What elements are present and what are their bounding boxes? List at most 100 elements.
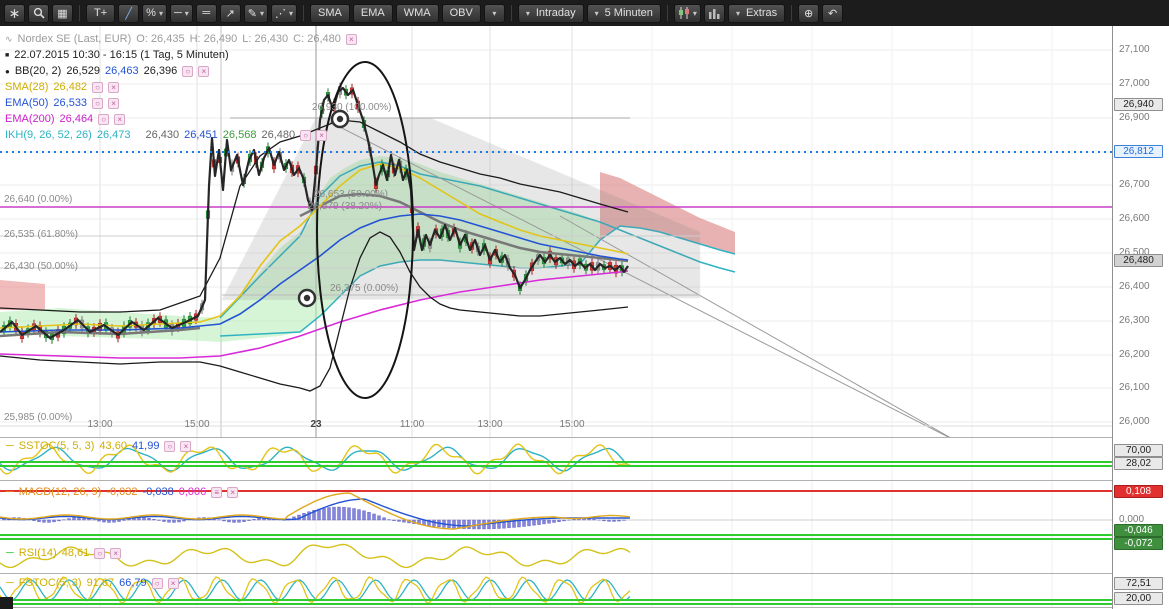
nodes-tool-icon[interactable]: ⋰▾: [271, 4, 297, 23]
bb-settings-icon[interactable]: ○: [182, 66, 193, 77]
high-value: H: 26,490: [190, 33, 238, 45]
zoom-in-icon[interactable]: ⊕: [798, 4, 819, 23]
ikh-row: IKH(9, 26, 52, 26) 26,473 26,430 26,451 …: [5, 127, 357, 143]
search-icon[interactable]: [28, 4, 49, 23]
extras-dropdown[interactable]: ▾Extras: [728, 4, 785, 23]
macd-label: MACD(12, 26, 9): [19, 486, 102, 498]
sstoc-remove-icon[interactable]: ×: [180, 441, 191, 452]
ema50-settings-icon[interactable]: ○: [92, 98, 103, 109]
sma-label: SMA(28): [5, 81, 48, 93]
bb-lower-value: 26,396: [144, 65, 178, 77]
trading-app-window: ∗ ▦ T+ ╱ %▾ ─▾ ═ ↗ ✎▾ ⋰▾ SMA EMA WMA OBV…: [0, 0, 1169, 609]
ema200-settings-icon[interactable]: ○: [98, 114, 109, 125]
bb-remove-icon[interactable]: ×: [198, 66, 209, 77]
sma-remove-icon[interactable]: ×: [108, 82, 119, 93]
fstoc-level-line[interactable]: [0, 603, 1112, 605]
fstoc-marker-icon: ─: [6, 577, 14, 589]
time-label-day: 23: [310, 419, 321, 430]
bb-upper-value: 26,529: [66, 65, 100, 77]
instrument-name: Nordex SE (Last, EUR): [18, 33, 132, 45]
fstoc-k-value: 91,67: [87, 577, 115, 589]
parallel-lines-tool-icon[interactable]: ═: [196, 4, 217, 23]
ikh-senkou-b-value: 26,568: [223, 129, 257, 141]
toolbar-separator: [791, 5, 792, 21]
fib-label-0-mid: 26,375 (0.00%): [330, 283, 398, 294]
sma-settings-icon[interactable]: ○: [92, 82, 103, 93]
ema200-label: EMA(200): [5, 113, 55, 125]
magnifier-glyph: [33, 7, 45, 19]
last-price-tag: 26,480: [1114, 254, 1163, 267]
fib-label-50-mid: 26,653 (50.00%): [314, 189, 388, 200]
axis-label: 26,900: [1119, 112, 1150, 123]
rsi-marker-icon: ─: [6, 547, 14, 559]
sma-value: 26,482: [53, 81, 87, 93]
fstoc-settings-icon[interactable]: ○: [152, 578, 163, 589]
fib-label-50-left: 26,430 (50.00%): [4, 261, 78, 272]
macd-value: -0,032: [106, 486, 137, 498]
high-price-tag: 26,940: [1114, 98, 1163, 111]
panel-separator[interactable]: [0, 573, 1112, 574]
panel-separator[interactable]: [0, 437, 1112, 438]
axis-label: 26,200: [1119, 349, 1150, 360]
chart-type-bars-icon[interactable]: [704, 4, 725, 23]
wma-button[interactable]: WMA: [396, 4, 439, 23]
rsi-remove-icon[interactable]: ×: [110, 548, 121, 559]
macd-level-line[interactable]: [0, 538, 1112, 540]
obv-button[interactable]: OBV: [442, 4, 481, 23]
low-value: L: 26,430: [242, 33, 288, 45]
ema200-row: EMA(200) 26,464 ○ ×: [5, 111, 357, 127]
sstoc-level-line[interactable]: [0, 461, 1112, 463]
text-tool-button[interactable]: T+: [86, 4, 115, 23]
ema200-remove-icon[interactable]: ×: [114, 114, 125, 125]
toolbar: ∗ ▦ T+ ╱ %▾ ─▾ ═ ↗ ✎▾ ⋰▾ SMA EMA WMA OBV…: [0, 0, 1169, 26]
fstoc-tag-1: 72,51: [1114, 577, 1163, 590]
sstoc-tag-2: 28,02: [1114, 457, 1163, 470]
fstoc-level-line[interactable]: [0, 599, 1112, 601]
open-value: O: 26,435: [136, 33, 184, 45]
panel-separator: [0, 607, 1112, 608]
macd-signal-value: -0,038: [143, 486, 174, 498]
fstoc-d-value: 66,79: [119, 577, 147, 589]
panel-separator[interactable]: [0, 480, 1112, 481]
rsi-panel[interactable]: [0, 535, 1112, 574]
macd-remove-icon[interactable]: ×: [227, 487, 238, 498]
toolbar-separator: [79, 5, 80, 21]
rsi-value: 48,61: [62, 547, 90, 559]
pencil-tool-icon[interactable]: ✎▾: [244, 4, 268, 23]
layout-grid-icon[interactable]: ▦: [52, 4, 73, 23]
sstoc-settings-icon[interactable]: ○: [164, 441, 175, 452]
rsi-settings-icon[interactable]: ○: [94, 548, 105, 559]
chart-type-candle-icon[interactable]: ▾: [674, 4, 701, 23]
price-axis-border: [1112, 26, 1113, 609]
interval-dropdown[interactable]: ▾Intraday: [518, 4, 584, 23]
ema-button[interactable]: EMA: [353, 4, 393, 23]
horizontal-line-tool-icon[interactable]: ─▾: [170, 4, 193, 23]
fstoc-remove-icon[interactable]: ×: [168, 578, 179, 589]
ikh-settings-icon[interactable]: ○: [300, 130, 311, 141]
macd-settings-icon[interactable]: ≡: [211, 487, 222, 498]
trendline-tool-icon[interactable]: ╱: [118, 4, 139, 23]
drawn-triangle-shape[interactable]: [222, 118, 958, 437]
close-value: C: 26,480: [293, 33, 341, 45]
axis-label: 26,700: [1119, 179, 1150, 190]
sma-row: SMA(28) 26,482 ○ ×: [5, 79, 357, 95]
undo-icon[interactable]: ↶: [822, 4, 843, 23]
time-label: 15:00: [559, 419, 584, 430]
obv-dropdown-icon[interactable]: ▾: [484, 4, 505, 23]
arrow-tool-icon[interactable]: ↗: [220, 4, 241, 23]
fibonacci-tool-icon[interactable]: %▾: [142, 4, 167, 23]
sstoc-level-line[interactable]: [0, 465, 1112, 467]
macd-level-line[interactable]: [0, 534, 1112, 536]
close-instrument-icon[interactable]: ×: [346, 34, 357, 45]
ema50-row: EMA(50) 26,533 ○ ×: [5, 95, 357, 111]
fstoc-legend: ─ FSTOC(5, 3) 91,67 66,79 ○ ×: [6, 577, 179, 589]
fib-label-0-bottom: 25,985 (0.00%): [4, 412, 72, 423]
instrument-row: ∿ Nordex SE (Last, EUR) O: 26,435 H: 26,…: [5, 31, 357, 47]
ikh-remove-icon[interactable]: ×: [316, 130, 327, 141]
chart-legend: ∿ Nordex SE (Last, EUR) O: 26,435 H: 26,…: [5, 31, 357, 143]
app-menu-icon[interactable]: ∗: [4, 4, 25, 23]
axis-label: 26,600: [1119, 213, 1150, 224]
ema50-remove-icon[interactable]: ×: [108, 98, 119, 109]
timeframe-dropdown[interactable]: ▾5 Minuten: [587, 4, 661, 23]
sma-button[interactable]: SMA: [310, 4, 350, 23]
